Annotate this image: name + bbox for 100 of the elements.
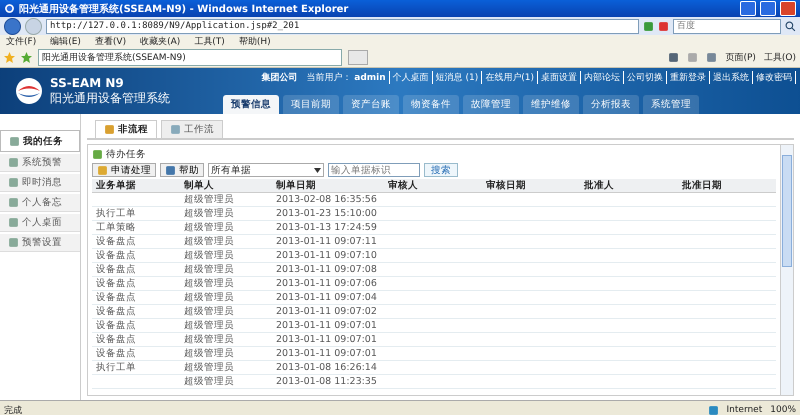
table-cell: 2013-01-23 15:10:00 bbox=[272, 206, 384, 220]
column-header: 审核人 bbox=[384, 179, 482, 192]
module-tab[interactable]: 资产台账 bbox=[343, 95, 399, 114]
table-cell: 设备盘点 bbox=[92, 262, 180, 276]
table-cell: 2013-01-11 09:07:06 bbox=[272, 276, 384, 290]
table-cell: 超级管理员 bbox=[180, 304, 272, 318]
column-header: 批准人 bbox=[580, 179, 678, 192]
logo-icon bbox=[14, 76, 44, 106]
zoom-level[interactable]: 100% bbox=[770, 405, 796, 415]
address-field[interactable]: http://127.0.0.1:8089/N9/Application.jsp#2_201 bbox=[46, 18, 639, 34]
star-plus-icon[interactable] bbox=[21, 52, 32, 63]
search-icon[interactable] bbox=[785, 20, 796, 32]
table-cell: 超级管理员 bbox=[180, 234, 272, 248]
menu-item[interactable]: 查看(V) bbox=[94, 35, 126, 48]
module-tab[interactable]: 项目前期 bbox=[283, 95, 339, 114]
header-link[interactable]: 桌面设置 bbox=[537, 71, 577, 84]
menu-item[interactable]: 编辑(E) bbox=[50, 35, 81, 48]
scrollbar[interactable] bbox=[780, 145, 793, 395]
table-cell: 超级管理员 bbox=[180, 192, 272, 206]
table-cell: 设备盘点 bbox=[92, 248, 180, 262]
header-link[interactable]: 内部论坛 bbox=[580, 71, 620, 84]
sidebar-item[interactable]: 个人桌面 bbox=[0, 214, 80, 232]
zone-label: Internet bbox=[726, 405, 762, 415]
module-tab[interactable]: 分析报表 bbox=[583, 95, 639, 114]
column-header: 审核日期 bbox=[482, 179, 580, 192]
header-link[interactable]: 重新登录 bbox=[666, 71, 706, 84]
table-cell: 2013-02-08 16:35:56 bbox=[272, 192, 384, 206]
browser-tab[interactable]: 阳光通用设备管理系统(SSEAM-N9) bbox=[38, 49, 342, 66]
content-tab[interactable]: 非流程 bbox=[95, 120, 157, 138]
minimize-button[interactable] bbox=[740, 1, 756, 16]
sidebar-item[interactable]: 即时消息 bbox=[0, 174, 80, 192]
table-cell: 2013-01-11 09:07:08 bbox=[272, 262, 384, 276]
star-icon[interactable] bbox=[4, 52, 15, 63]
table-cell: 2013-01-11 09:07:01 bbox=[272, 346, 384, 360]
logo-subtitle: 阳光通用设备管理系统 bbox=[50, 90, 170, 106]
search-field[interactable]: 输入单据标识 bbox=[328, 163, 420, 177]
caret-icon bbox=[314, 168, 321, 172]
table-cell: 工单策略 bbox=[92, 220, 180, 234]
table-cell: 设备盘点 bbox=[92, 290, 180, 304]
table-cell: 2013-01-11 09:07:01 bbox=[272, 332, 384, 346]
column-header: 业务单据 bbox=[92, 179, 180, 192]
sidebar-item[interactable]: 我的任务 bbox=[0, 130, 80, 152]
close-button[interactable] bbox=[780, 1, 796, 16]
table-cell: 设备盘点 bbox=[92, 304, 180, 318]
sidebar-item[interactable]: 个人备忘 bbox=[0, 194, 80, 212]
column-header: 批准日期 bbox=[678, 179, 776, 192]
sidebar-item[interactable]: 系统预警 bbox=[0, 154, 80, 172]
table-cell: 超级管理员 bbox=[180, 290, 272, 304]
menu-item[interactable]: 工具(T) bbox=[194, 35, 225, 48]
table-cell: 超级管理员 bbox=[180, 360, 272, 374]
user-label: 当前用户： bbox=[306, 72, 352, 84]
table-cell: 2013-01-13 17:24:59 bbox=[272, 220, 384, 234]
header-link[interactable]: 退出系统 bbox=[709, 71, 749, 84]
search-button[interactable]: 搜索 bbox=[424, 163, 458, 177]
help-button[interactable]: 帮助 bbox=[160, 163, 204, 177]
panel-title: 待办任务 bbox=[106, 148, 146, 161]
header-link[interactable]: 修改密码 bbox=[752, 71, 796, 84]
table-cell: 2013-01-11 09:07:11 bbox=[272, 234, 384, 248]
user-name: admin bbox=[354, 72, 386, 82]
table-cell: 设备盘点 bbox=[92, 276, 180, 290]
table-cell: 2013-01-11 09:07:10 bbox=[272, 248, 384, 262]
table-cell: 设备盘点 bbox=[92, 234, 180, 248]
menu-item[interactable]: 收藏夹(A) bbox=[140, 35, 180, 48]
maximize-button[interactable] bbox=[760, 1, 776, 16]
header-link[interactable]: 在线用户(1) bbox=[481, 71, 534, 84]
table-cell: 设备盘点 bbox=[92, 332, 180, 346]
table-cell: 超级管理员 bbox=[180, 276, 272, 290]
search-field[interactable]: 百度 bbox=[673, 18, 781, 34]
command-button[interactable]: 工具(O) bbox=[764, 51, 796, 64]
table-cell: 超级管理员 bbox=[180, 346, 272, 360]
table-cell: 2013-01-11 09:07:01 bbox=[272, 318, 384, 332]
back-button[interactable] bbox=[4, 18, 21, 34]
module-tab[interactable]: 预警信息 bbox=[223, 95, 279, 114]
header-link[interactable]: 公司切换 bbox=[623, 71, 663, 84]
module-tab[interactable]: 维护维修 bbox=[523, 95, 579, 114]
module-tab[interactable]: 物资备件 bbox=[403, 95, 459, 114]
process-button[interactable]: 申请处理 bbox=[92, 163, 156, 177]
content-tab[interactable]: 工作流 bbox=[161, 120, 223, 138]
table-cell: 设备盘点 bbox=[92, 346, 180, 360]
table-cell: 超级管理员 bbox=[180, 220, 272, 234]
menu-item[interactable]: 帮助(H) bbox=[238, 35, 271, 48]
header-link[interactable]: 短消息 (1) bbox=[432, 71, 478, 84]
table-cell: 2013-01-08 11:23:35 bbox=[272, 374, 384, 388]
logo-title: SS-EAM N9 bbox=[50, 76, 125, 90]
command-button[interactable]: 页面(P) bbox=[725, 51, 756, 64]
table-cell: 设备盘点 bbox=[92, 318, 180, 332]
table-cell: 超级管理员 bbox=[180, 248, 272, 262]
status-text: 完成 bbox=[4, 404, 23, 415]
menu-item[interactable]: 文件(F) bbox=[6, 35, 36, 48]
table-cell: 2013-01-11 09:07:02 bbox=[272, 304, 384, 318]
module-tab[interactable]: 故障管理 bbox=[463, 95, 519, 114]
table-cell: 超级管理员 bbox=[180, 332, 272, 346]
table-cell: 2013-01-08 16:26:14 bbox=[272, 360, 384, 374]
table-cell: 超级管理员 bbox=[180, 374, 272, 388]
window-title: 阳光通用设备管理系统(SSEAM-N9) - Windows Internet Explorer bbox=[19, 2, 350, 16]
sidebar-item[interactable]: 预警设置 bbox=[0, 234, 80, 252]
module-tab[interactable]: 系统管理 bbox=[643, 95, 699, 114]
filter-dropdown[interactable]: 所有单据 bbox=[208, 163, 324, 177]
table-cell: 2013-01-11 09:07:04 bbox=[272, 290, 384, 304]
header-link[interactable]: 个人桌面 bbox=[388, 71, 429, 84]
